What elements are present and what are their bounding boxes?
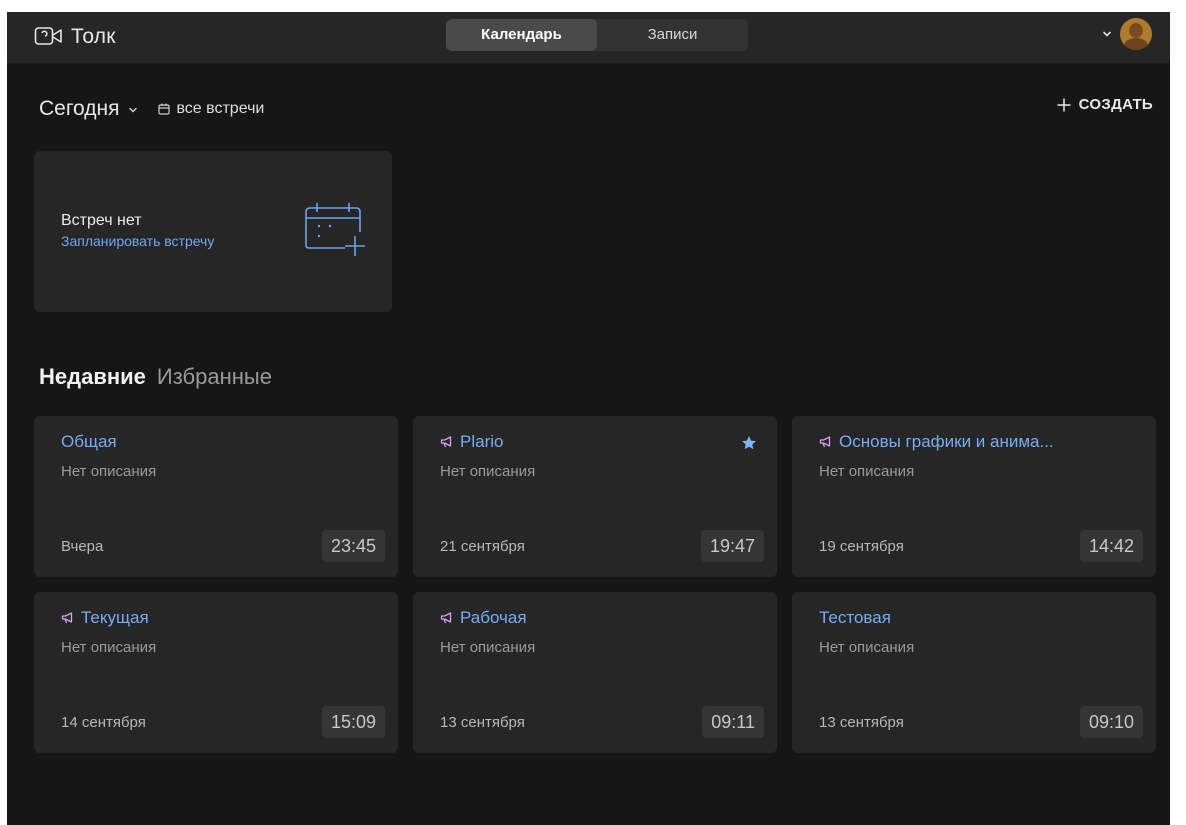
chevron-down-icon — [1103, 31, 1111, 37]
room-date: Вчера — [61, 538, 104, 555]
app-window: Толк Календарь Записи Сегодня все встреч… — [7, 12, 1170, 825]
room-title[interactable]: Общая — [61, 432, 117, 452]
top-bar: Толк Календарь Записи — [7, 12, 1170, 63]
create-label: СОЗДАТЬ — [1078, 96, 1153, 113]
room-date: 19 сентября — [819, 538, 904, 555]
no-meetings-card: Встреч нет Запланировать встречу — [34, 151, 392, 312]
room-description: Нет описания — [819, 639, 915, 656]
tab-recordings[interactable]: Записи — [597, 19, 748, 51]
room-title[interactable]: Текущая — [81, 608, 149, 628]
room-title[interactable]: Основы графики и анима... — [839, 432, 1054, 452]
room-description: Нет описания — [819, 463, 915, 480]
avatar[interactable] — [1120, 18, 1152, 50]
room-card[interactable]: Текущая Нет описания 14 сентября 15:09 — [34, 592, 398, 753]
room-date: 13 сентября — [819, 714, 904, 731]
room-card[interactable]: Plario Нет описания 21 сентября 19:47 — [413, 416, 777, 577]
plus-icon — [1057, 98, 1071, 111]
room-card[interactable]: Общая Нет описания Вчера 23:45 — [34, 416, 398, 577]
room-time: 14:42 — [1079, 530, 1143, 562]
room-date: 13 сентября — [440, 714, 525, 731]
megaphone-icon — [440, 612, 452, 624]
chevron-down-icon[interactable] — [128, 105, 138, 115]
room-title[interactable]: Plario — [460, 432, 503, 452]
create-button[interactable]: СОЗДАТЬ — [1056, 96, 1153, 113]
all-meetings-link[interactable]: все встречи — [158, 100, 264, 118]
room-time: 09:10 — [1079, 706, 1143, 738]
tab-favorites[interactable]: Избранные — [157, 364, 272, 390]
room-title[interactable]: Рабочая — [460, 608, 527, 628]
tab-recent[interactable]: Недавние — [39, 364, 146, 390]
room-description: Нет описания — [61, 639, 157, 656]
room-card[interactable]: Основы графики и анима... Нет описания 1… — [792, 416, 1156, 577]
room-date: 14 сентября — [61, 714, 146, 731]
view-switcher: Календарь Записи — [446, 19, 748, 51]
calendar-add-icon[interactable] — [303, 198, 367, 260]
room-card[interactable]: Рабочая Нет описания 13 сентября 09:11 — [413, 592, 777, 753]
room-time: 09:11 — [702, 706, 764, 738]
room-card[interactable]: Тестовая Нет описания 13 сентября 09:10 — [792, 592, 1156, 753]
today-header: Сегодня все встречи — [39, 97, 264, 121]
room-time: 19:47 — [700, 530, 764, 562]
schedule-meeting-link[interactable]: Запланировать встречу — [61, 233, 214, 249]
room-description: Нет описания — [61, 463, 157, 480]
app-name: Толк — [71, 25, 116, 48]
no-meetings-title: Встреч нет — [61, 212, 142, 229]
room-time: 23:45 — [321, 530, 385, 562]
room-description: Нет описания — [440, 463, 536, 480]
user-menu[interactable] — [1102, 18, 1152, 50]
today-title[interactable]: Сегодня — [39, 97, 119, 121]
video-camera-icon — [34, 27, 62, 45]
tab-calendar[interactable]: Календарь — [446, 19, 597, 51]
room-date: 21 сентября — [440, 538, 525, 555]
megaphone-icon — [819, 436, 831, 448]
calendar-icon — [158, 103, 171, 115]
app-logo[interactable]: Толк — [34, 25, 116, 49]
room-time: 15:09 — [321, 706, 385, 738]
rooms-tabs: Недавние Избранные — [39, 364, 272, 390]
star-icon[interactable] — [741, 435, 757, 451]
megaphone-icon — [61, 612, 73, 624]
room-title[interactable]: Тестовая — [819, 608, 891, 628]
all-meetings-label: все встречи — [176, 100, 265, 117]
room-description: Нет описания — [440, 639, 536, 656]
megaphone-icon — [440, 436, 452, 448]
